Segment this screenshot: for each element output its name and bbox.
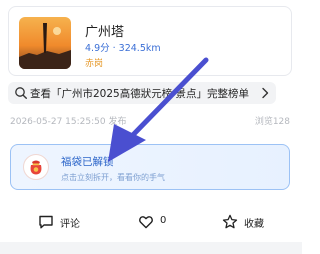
favorite-button[interactable]: 收藏: [222, 214, 278, 230]
lucky-bag-subtitle: 点击立刻拆开，看看你的手气: [61, 173, 165, 182]
comment-icon: [39, 215, 53, 229]
comment-button[interactable]: 评论: [38, 214, 88, 230]
heart-icon: [139, 216, 153, 229]
bottom-divider: [0, 242, 302, 254]
lucky-bag-icon: [23, 154, 49, 180]
poi-district: 赤岗: [85, 59, 104, 69]
post-timestamp: 2026-05-27 15:25:50 发布: [10, 117, 127, 127]
poi-name: 广州塔: [85, 25, 125, 40]
comment-label: 评论: [60, 219, 80, 230]
view-count: 浏览128: [254, 117, 290, 127]
star-icon: [222, 214, 238, 229]
poi-card[interactable]: 广州塔 4.9分 · 324.5km 赤岗: [8, 6, 292, 76]
search-icon: [15, 87, 28, 100]
lucky-bag-card[interactable]: 福袋已解锁 点击立刻拆开，看看你的手气: [10, 144, 290, 190]
ranking-link-label: 查看「广州市2025高德狀元榜·景点」完整榜单: [30, 88, 250, 100]
poi-rating-distance: 4.9分 · 324.5km: [85, 43, 161, 54]
chevron-right-icon: [262, 87, 269, 99]
favorite-label: 收藏: [244, 219, 264, 230]
lucky-bag-title: 福袋已解锁: [61, 156, 114, 168]
ranking-link[interactable]: 查看「广州市2025高德狀元榜·景点」完整榜单: [8, 82, 276, 104]
action-bar: 评论 0 收藏: [0, 208, 302, 236]
like-button[interactable]: 0: [138, 214, 178, 230]
poi-thumbnail: [19, 17, 71, 69]
like-count: 0: [160, 215, 167, 226]
